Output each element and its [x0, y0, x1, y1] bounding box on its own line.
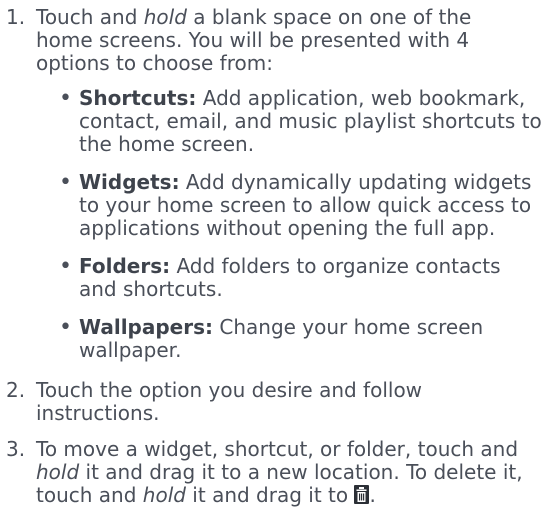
bullet-text: Widgets: Add dynamically updating widget… [79, 171, 549, 240]
bullet-dot: • [59, 254, 72, 279]
step-line: options to choose from: [36, 51, 273, 75]
step-line: Touch and hold a blank space on one of t… [36, 5, 472, 29]
emphasis: hold [142, 483, 186, 507]
bullet-line: Shortcuts: Add application, web bookmark… [79, 86, 526, 110]
bullet-dot: • [59, 315, 72, 340]
step-line: touch and hold it and drag it to . [36, 483, 376, 507]
emphasis: hold [36, 460, 80, 484]
bullet-term: Folders: [79, 254, 171, 278]
bullet-line: Widgets: Add dynamically updating widget… [79, 170, 532, 194]
bullet-line: applications without opening the full ap… [79, 216, 496, 240]
step-line: hold it and drag it to a new location. T… [36, 460, 523, 484]
bullet-text: Shortcuts: Add application, web bookmark… [79, 87, 549, 156]
bullet-term: Shortcuts: [79, 86, 197, 110]
step-text: To move a widget, shortcut, or folder, t… [36, 438, 546, 507]
step-line: home screens. You will be presented with… [36, 28, 470, 52]
bullet-line: and shortcuts. [79, 277, 223, 301]
bullet-line: Wallpapers: Change your home screen [79, 315, 484, 339]
bullet-line: Folders: Add folders to organize contact… [79, 254, 501, 278]
bullet-dot: • [59, 170, 72, 195]
emphasis: hold [143, 5, 187, 29]
step-line: instructions. [36, 401, 160, 425]
step-number: 2. [6, 378, 26, 402]
bullet-text: Folders: Add folders to organize contact… [79, 255, 549, 301]
step-text: Touch and hold a blank space on one of t… [36, 6, 546, 75]
step-line: Touch the option you desire and follow [36, 378, 423, 402]
bullet-line: the home screen. [79, 132, 255, 156]
step-number: 1. [6, 5, 26, 29]
bullet-term: Widgets: [79, 170, 180, 194]
step-line: To move a widget, shortcut, or folder, t… [36, 437, 519, 461]
step-text: Touch the option you desire and follow i… [36, 379, 546, 425]
bullet-term: Wallpapers: [79, 315, 214, 339]
bullet-dot: • [59, 86, 72, 111]
bullet-line: wallpaper. [79, 338, 182, 362]
bullet-line: to your home screen to allow quick acces… [79, 193, 532, 217]
trash-icon [354, 485, 370, 504]
bullet-line: contact, email, and music playlist short… [79, 109, 542, 133]
bullet-text: Wallpapers: Change your home screen wall… [79, 316, 549, 362]
instructions-page: 1. Touch and hold a blank space on one o… [0, 0, 551, 507]
step-number: 3. [6, 437, 26, 461]
